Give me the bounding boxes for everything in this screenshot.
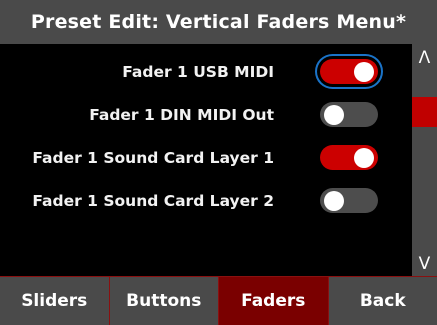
tab-back[interactable]: Back — [329, 277, 437, 325]
sound-card-layer-1-toggle[interactable] — [320, 145, 378, 170]
toggle-knob — [354, 61, 374, 82]
usb-midi-toggle[interactable] — [320, 59, 378, 84]
setting-label: Fader 1 USB MIDI — [122, 63, 274, 81]
setting-row-din-midi-out[interactable]: Fader 1 DIN MIDI Out — [0, 100, 412, 130]
toggle-knob — [324, 190, 344, 211]
scrollbar[interactable]: Λ V — [412, 44, 437, 276]
chevron-down-icon[interactable]: V — [412, 254, 437, 274]
setting-row-usb-midi[interactable]: Fader 1 USB MIDI — [0, 57, 412, 87]
settings-list: Fader 1 USB MIDI Fader 1 DIN MIDI Out Fa… — [0, 50, 412, 270]
setting-row-sound-card-layer-2[interactable]: Fader 1 Sound Card Layer 2 — [0, 186, 412, 216]
setting-label: Fader 1 DIN MIDI Out — [89, 106, 274, 124]
din-midi-out-toggle[interactable] — [320, 102, 378, 127]
scrollbar-thumb[interactable] — [412, 97, 437, 127]
toggle-knob — [354, 147, 374, 168]
setting-label: Fader 1 Sound Card Layer 1 — [32, 149, 274, 167]
chevron-up-icon[interactable]: Λ — [412, 48, 437, 68]
page-title: Preset Edit: Vertical Faders Menu* — [0, 0, 437, 44]
tab-sliders[interactable]: Sliders — [0, 277, 110, 325]
device-screen: Preset Edit: Vertical Faders Menu* Fader… — [0, 0, 437, 325]
tab-faders[interactable]: Faders — [219, 277, 329, 325]
sound-card-layer-2-toggle[interactable] — [320, 188, 378, 213]
setting-label: Fader 1 Sound Card Layer 2 — [32, 192, 274, 210]
setting-row-sound-card-layer-1[interactable]: Fader 1 Sound Card Layer 1 — [0, 143, 412, 173]
bottom-tab-bar: Sliders Buttons Faders Back — [0, 276, 437, 325]
tab-buttons[interactable]: Buttons — [110, 277, 219, 325]
toggle-knob — [324, 104, 344, 125]
